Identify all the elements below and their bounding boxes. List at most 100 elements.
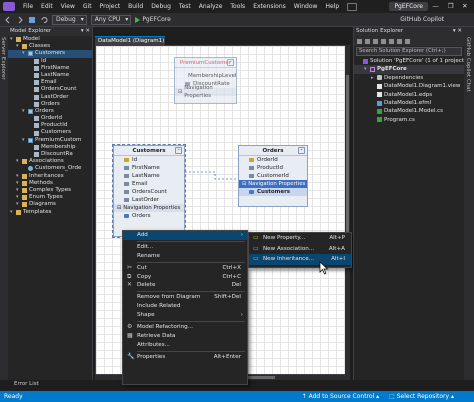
menu-item-help[interactable]: Help (321, 0, 343, 13)
navigation-property[interactable]: Customers (239, 188, 307, 196)
solution-tree-item[interactable]: DataModel1.Model.cs (354, 107, 464, 115)
menu-item-extensions[interactable]: Extensions (249, 0, 290, 13)
tree-item[interactable]: ▾ Classes (8, 43, 92, 50)
minimize-button[interactable]: — (432, 0, 439, 13)
vertical-scroll-thumb[interactable] (346, 75, 349, 235)
submenu-item[interactable]: ▭ New Association... Alt+A (249, 244, 351, 255)
tree-item[interactable]: Customers_Orde (8, 165, 92, 172)
forward-icon[interactable] (16, 16, 24, 24)
menu-item-window[interactable]: Window (290, 0, 322, 13)
navigation-property[interactable]: Orders (114, 212, 184, 220)
pane-options-icon[interactable]: ▾ ✕ (81, 27, 90, 36)
menu-item-debug[interactable]: Debug (147, 0, 175, 13)
tree-item[interactable]: ▾ Templates (8, 209, 92, 216)
tree-item[interactable]: LastOrder (8, 94, 92, 101)
tree-item[interactable]: ▾ Complex Types (8, 187, 92, 194)
search-icon[interactable] (347, 2, 358, 11)
back-icon[interactable] (4, 16, 12, 24)
solution-tree-item[interactable]: DataModel1.edps (354, 91, 464, 99)
project-badge[interactable]: PgEFCore (389, 2, 428, 11)
entity-key-property[interactable]: Id (114, 156, 184, 164)
orders-entity[interactable]: Orders ⌃ OrderId ProductId CustomerId ⊟ N… (238, 145, 308, 207)
tree-item[interactable]: OrderId (8, 115, 92, 122)
submenu-item[interactable]: ▭ New Property... Alt+P (249, 233, 351, 244)
entity-property[interactable]: Email (114, 180, 184, 188)
server-explorer-tab[interactable]: Server Explorer (0, 37, 6, 80)
close-button[interactable]: ✕ (462, 0, 467, 13)
context-menu-item[interactable]: ⚙ Model Refactoring... (123, 323, 247, 332)
collapse-icon[interactable]: ⌃ (227, 59, 234, 66)
tree-item[interactable]: LastName (8, 72, 92, 79)
menu-item-build[interactable]: Build (124, 0, 147, 13)
tree-item[interactable]: Customers (8, 129, 92, 136)
collapse-icon[interactable]: ⌃ (175, 147, 182, 154)
back-icon[interactable] (357, 38, 362, 44)
tree-item[interactable]: FirstName (8, 65, 92, 72)
context-menu-item[interactable]: Remove from Diagram Shift+Del (123, 293, 247, 302)
solution-tree-item[interactable]: ▾ PgEFCore (354, 65, 464, 74)
forward-icon[interactable] (365, 38, 370, 44)
menu-item-analyze[interactable]: Analyze (195, 0, 227, 13)
settings-icon[interactable] (405, 38, 410, 44)
context-menu-item[interactable]: 🔧 Properties Alt+Enter (123, 353, 247, 362)
document-tab[interactable]: DataModel1 (Diagram1) (95, 36, 165, 45)
context-menu-item[interactable]: Edit... (123, 243, 247, 252)
tree-item[interactable]: Orders (8, 101, 92, 108)
tree-item[interactable]: Id (8, 58, 92, 65)
configuration-dropdown[interactable]: Debug (52, 14, 87, 25)
submenu-item[interactable]: ▭ New Inheritance... Alt+I (249, 254, 351, 265)
tree-item[interactable]: ▾ Model (8, 36, 92, 43)
menu-item-git[interactable]: Git (79, 0, 96, 13)
collapse-icon[interactable]: ⌃ (298, 147, 305, 154)
save-icon[interactable] (28, 16, 36, 24)
tree-item[interactable]: ▾ Inheritances (8, 173, 92, 180)
solution-tree-item[interactable]: DataModel1.efml (354, 99, 464, 107)
home-icon[interactable] (373, 38, 378, 44)
menu-item-edit[interactable]: Edit (37, 0, 57, 13)
solution-tree-item[interactable]: DataModel1.Diagram1.view (354, 82, 464, 90)
context-menu-item[interactable]: Shape › (123, 311, 247, 320)
tree-item[interactable]: ProductId (8, 122, 92, 129)
tree-item[interactable]: OrdersCount (8, 86, 92, 93)
context-menu-item[interactable]: Add › (123, 231, 247, 240)
solution-tree-item[interactable]: ▸ Dependencies (354, 74, 464, 82)
solution-search-input[interactable]: Search Solution Explorer (Ctrl+;) (356, 47, 462, 56)
premium-customer-entity[interactable]: PremiumCustomer ⌃ MembershipLevel Discou… (174, 57, 237, 104)
copilot-chat-tab[interactable]: GitHub Copilot Chat (465, 37, 471, 92)
solution-tree-item[interactable]: Program.cs (354, 116, 464, 124)
github-copilot-button[interactable]: GitHub Copilot (400, 16, 444, 23)
entity-property[interactable]: FirstName (114, 164, 184, 172)
menu-item-view[interactable]: View (57, 0, 79, 13)
undo-icon[interactable] (40, 16, 48, 24)
tree-item[interactable]: ▾ Methods (8, 180, 92, 187)
entity-key-property[interactable]: OrderId (239, 156, 307, 164)
expander-icon[interactable]: ⊟ (117, 204, 121, 212)
association-connector[interactable] (185, 170, 238, 182)
tree-item[interactable]: ▾ PremiumCustom (8, 137, 92, 144)
collapse-all-icon[interactable] (397, 38, 402, 44)
entity-property[interactable]: LastName (114, 172, 184, 180)
tree-item[interactable]: Email (8, 79, 92, 86)
error-list-tab[interactable]: Error List (8, 380, 48, 389)
vertical-scrollbar[interactable] (345, 45, 350, 375)
context-menu-item[interactable]: ✕ Delete Del (123, 281, 247, 290)
tree-item[interactable]: ▾ Associations (8, 158, 92, 165)
platform-dropdown[interactable]: Any CPU (90, 14, 132, 25)
menu-item-project[interactable]: Project (96, 0, 125, 13)
start-button[interactable]: PgEFCore (135, 16, 171, 23)
context-menu-item[interactable]: ⧉ Copy Ctrl+C (123, 273, 247, 282)
context-menu-item[interactable]: Attributes... (123, 341, 247, 350)
menu-item-test[interactable]: Test (175, 0, 195, 13)
select-repository-button[interactable]: ⬚ Select Repository ▴ (389, 391, 454, 402)
entity-property[interactable]: CustomerId (239, 172, 307, 180)
tree-item[interactable]: ▾ Diagrams (8, 201, 92, 208)
sync-icon[interactable] (381, 38, 386, 44)
menu-item-tools[interactable]: Tools (226, 0, 249, 13)
tree-item[interactable]: ▾ Customers (8, 50, 92, 58)
entity-property[interactable]: OrdersCount (114, 188, 184, 196)
menu-item-file[interactable]: File (19, 0, 37, 13)
context-menu-item[interactable]: ▦ Retrieve Data (123, 332, 247, 341)
context-menu-item[interactable]: Include Related (123, 302, 247, 311)
entity-property[interactable]: MembershipLevel (175, 72, 237, 80)
tree-item[interactable]: ▾ Orders (8, 108, 92, 115)
